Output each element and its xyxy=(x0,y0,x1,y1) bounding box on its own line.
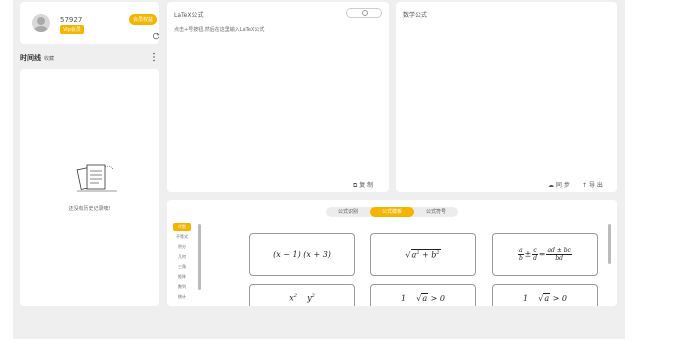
plus-icon xyxy=(362,10,368,16)
export-button[interactable]: ↑ 导 出 xyxy=(582,180,603,189)
app-window: 57927 Vip会员 会员权益 时间线 收藏 还没有历史记录噢! LaTeX公式… xyxy=(13,0,625,339)
latex-editor-panel: LaTeX公式 点击+号按钮,然后在这里输入LaTeX公式 ⧉ 复 制 xyxy=(167,2,389,192)
formula-text: x2 y2 xyxy=(289,293,315,303)
formula-text: (x − 1) (x + 3) xyxy=(273,250,331,259)
formula-text: √a2 + b2 xyxy=(405,249,441,260)
template-fraction-sum[interactable]: a b ± c d = ad ± bc bd xyxy=(492,233,598,276)
copy-icon: ⧉ xyxy=(353,182,358,189)
more-vertical-icon[interactable] xyxy=(152,52,156,62)
favorites-tab[interactable]: 收藏 xyxy=(44,56,54,62)
category-item[interactable]: 不等式 xyxy=(173,233,191,241)
math-panel-title: 数学公式 xyxy=(403,12,428,19)
copy-button[interactable]: ⧉ 复 制 xyxy=(353,180,373,190)
empty-history-text: 还没有历史记录噢! xyxy=(68,206,111,212)
category-list: 代数 不等式 积分 几何 三角 矩阵 数列 统计 xyxy=(173,223,201,306)
latex-panel-title: LaTeX公式 xyxy=(174,12,204,19)
export-label: 导 出 xyxy=(588,182,603,189)
empty-documents-icon xyxy=(76,164,117,192)
copy-label: 复 制 xyxy=(359,182,374,189)
avatar[interactable] xyxy=(32,14,50,32)
formula-text: 1 √a > 0 xyxy=(522,293,568,303)
sync-label: 同 步 xyxy=(555,182,570,189)
math-preview-panel: 数学公式 ☁ 同 步 ↑ 导 出 xyxy=(396,2,617,192)
user-id: 57927 xyxy=(60,16,83,24)
tab-formula-templates[interactable]: 公式模板 xyxy=(370,207,414,217)
formula-library-panel: 公式识别 公式模板 公式符号 代数 不等式 积分 几何 三角 矩阵 数列 统计 … xyxy=(167,200,617,306)
template-sqrt-sum-squares[interactable]: √a2 + b2 xyxy=(370,233,476,276)
status-bar xyxy=(13,341,625,349)
template-partial-3[interactable]: 1 √a > 0 xyxy=(492,284,598,306)
formula-text: a b ± c d = ad ± bc bd xyxy=(518,247,572,262)
vip-badge: Vip会员 xyxy=(60,25,84,34)
template-partial-1[interactable]: x2 y2 xyxy=(249,284,355,306)
templates-scrollbar[interactable] xyxy=(608,224,611,264)
upload-arrow-icon: ↑ xyxy=(582,182,588,189)
sync-button[interactable]: ☁ 同 步 xyxy=(548,180,570,189)
category-item[interactable]: 三角 xyxy=(173,263,191,271)
formula-text: 1 √a > 0 xyxy=(400,293,446,303)
category-item[interactable]: 统计 xyxy=(173,293,191,301)
category-item[interactable]: 数列 xyxy=(173,283,191,291)
cloud-icon: ☁ xyxy=(548,182,554,189)
history-panel: 还没有历史记录噢! xyxy=(20,69,159,306)
latex-input-hint[interactable]: 点击+号按钮,然后在这里输入LaTeX公式 xyxy=(174,26,264,33)
category-item[interactable]: 矩阵 xyxy=(173,273,191,281)
category-item[interactable]: 积分 xyxy=(173,243,191,251)
tab-formula-recognition[interactable]: 公式识别 xyxy=(326,207,370,217)
timeline-title: 时间线 xyxy=(20,54,41,62)
category-item[interactable]: 几何 xyxy=(173,253,191,261)
timeline-header: 时间线 收藏 xyxy=(20,53,54,63)
formula-tabs: 公式识别 公式模板 公式符号 xyxy=(326,207,458,217)
user-card: 57927 Vip会员 会员权益 xyxy=(20,2,160,44)
refresh-icon[interactable] xyxy=(152,32,160,40)
add-formula-button[interactable] xyxy=(346,8,382,18)
template-partial-2[interactable]: 1 √a > 0 xyxy=(370,284,476,306)
category-item[interactable]: 代数 xyxy=(173,223,191,231)
category-scrollbar[interactable] xyxy=(198,224,201,290)
template-product[interactable]: (x − 1) (x + 3) xyxy=(249,233,355,276)
tab-formula-symbols[interactable]: 公式符号 xyxy=(414,207,458,217)
member-benefits-button[interactable]: 会员权益 xyxy=(129,14,158,25)
